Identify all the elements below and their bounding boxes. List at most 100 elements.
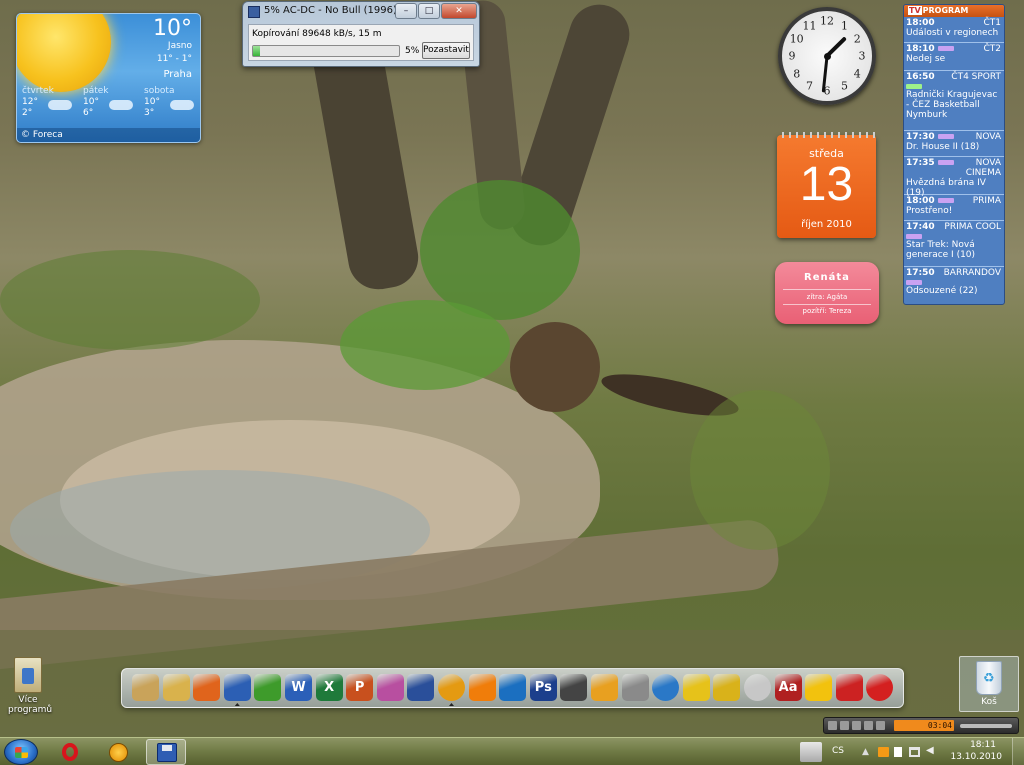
calendar-day: 13: [799, 158, 854, 211]
honeycomb-icon[interactable]: [805, 674, 833, 701]
donut-icon[interactable]: [591, 674, 618, 701]
forecast-low: 6°: [83, 108, 94, 118]
screen-icon[interactable]: [499, 674, 527, 701]
tv-channel: ČT1: [983, 18, 1001, 28]
tv-row[interactable]: 17:40 PRIMA COOL Star Trek: Nová generac…: [904, 221, 1004, 267]
nameday-tomorrow: zítra: Agáta: [806, 293, 848, 301]
chevron-up-icon[interactable]: ▲: [862, 747, 873, 757]
word-icon[interactable]: W: [285, 674, 312, 701]
network-icon[interactable]: [909, 747, 920, 757]
media-tray-icon[interactable]: [878, 747, 889, 757]
globe-icon[interactable]: [652, 674, 680, 701]
language-indicator[interactable]: CS: [832, 746, 844, 756]
application-dock: W X P Ps Aa: [121, 668, 904, 708]
tv-time: 18:00: [906, 196, 935, 206]
quiz-icon[interactable]: [713, 674, 741, 701]
dock-icon-label: Aa: [778, 680, 798, 695]
tv-tag: [906, 280, 922, 285]
tv-row[interactable]: 18:10 ČT2 Nedej se: [904, 43, 1004, 71]
taskbar: CS ▲ ◀ 18:11 13.10.2010: [0, 737, 1024, 765]
tv-row[interactable]: 17:35 NOVA CINEMA Hvězdná brána IV (19): [904, 157, 1004, 198]
next-button[interactable]: [876, 721, 885, 730]
plug-icon[interactable]: [682, 674, 710, 701]
pen-tablet-icon[interactable]: [800, 742, 822, 762]
copy-progress-dialog[interactable]: 5% AC-DC - No Bull (1996) ... – □ ✕ Kopí…: [242, 1, 480, 67]
previous-button[interactable]: [840, 721, 849, 730]
tv-time: 18:00: [906, 18, 935, 28]
flag-icon[interactable]: [894, 747, 902, 757]
x-tool-icon[interactable]: [835, 674, 863, 701]
tv-logo-box: TV: [908, 6, 922, 15]
paint-icon[interactable]: [376, 674, 404, 701]
powerpoint-icon[interactable]: P: [346, 674, 374, 701]
tv-row[interactable]: 18:00 PRIMA Prostřeno!: [904, 195, 1004, 221]
clock-numeral: 3: [858, 49, 866, 63]
calendar-month: říjen 2010: [801, 219, 852, 230]
maximize-button[interactable]: □: [418, 3, 440, 19]
taskbar-aimp[interactable]: [98, 739, 138, 765]
sun-icon: [17, 14, 111, 92]
taskbar-time[interactable]: 18:11: [970, 740, 996, 750]
minimize-button[interactable]: –: [395, 3, 417, 19]
photoshop-icon[interactable]: Ps: [529, 674, 557, 701]
tv-show: Star Trek: Nová generace I (10): [906, 240, 976, 260]
weather-gadget[interactable]: 10° Jasno 11° - 1° Praha čtvrtek 12° 2° …: [16, 13, 201, 143]
magnifier-icon[interactable]: [621, 674, 649, 701]
calendar-gadget[interactable]: středa 13 říjen 2010: [777, 132, 876, 238]
folder-icon: [14, 657, 42, 693]
tree-icon[interactable]: [254, 674, 282, 701]
aimp-icon[interactable]: [438, 674, 465, 701]
excel-icon[interactable]: X: [315, 674, 343, 701]
dialog-titlebar[interactable]: 5% AC-DC - No Bull (1996) ... – □ ✕: [243, 2, 479, 22]
dictionary-icon[interactable]: Aa: [774, 674, 802, 701]
user-folder-icon[interactable]: [132, 674, 159, 701]
weather-city: Praha: [163, 69, 192, 80]
clock-numeral: 2: [853, 32, 861, 45]
tv-row[interactable]: 16:50 ČT4 SPORT Radnički Kragujevac - ČE…: [904, 71, 1004, 131]
firefox-icon[interactable]: [193, 674, 221, 701]
power-icon[interactable]: [866, 674, 894, 701]
recycle-bin-icon: [976, 661, 1002, 695]
film-icon[interactable]: [560, 674, 588, 701]
weather-provider-link[interactable]: © Foreca: [17, 128, 200, 142]
folder-icon[interactable]: [162, 674, 190, 701]
floppy-icon: [248, 6, 260, 18]
forecast-low: 3°: [144, 108, 155, 118]
headphones-icon[interactable]: [407, 674, 435, 701]
tv-row[interactable]: 17:50 BARRANDOV Odsouzené (22): [904, 267, 1004, 304]
start-button[interactable]: [4, 739, 38, 765]
pause-button[interactable]: [864, 721, 873, 730]
tv-row[interactable]: 18:00 ČT1 Události v regionech: [904, 17, 1004, 43]
clock-numeral: 5: [841, 79, 848, 93]
desktop-icon-label: Více programů: [8, 695, 53, 715]
tv-program-gadget[interactable]: TV PROGRAM 18:00 ČT1 Události v regionech…: [903, 4, 1005, 305]
stop-button[interactable]: [828, 721, 837, 730]
taskbar-date[interactable]: 13.10.2010: [950, 752, 1002, 762]
clock-numeral: 1: [841, 19, 848, 33]
clock-numeral: 9: [788, 49, 796, 63]
tv-tag: [937, 160, 954, 165]
forecast-day-name: pátek: [83, 86, 109, 96]
tv-tag: [937, 46, 954, 51]
play-button[interactable]: [852, 721, 861, 730]
taskbar-copy-dialog[interactable]: [146, 739, 186, 765]
wikipedia-icon[interactable]: [744, 674, 771, 701]
desktop-icon-recycle-bin[interactable]: Koš: [959, 656, 1019, 712]
taskbar-opera[interactable]: [50, 739, 90, 765]
dialog-title: 5% AC-DC - No Bull (1996) ...: [264, 5, 410, 16]
nameday-gadget[interactable]: Renáta zítra: Agáta pozítří: Tereza: [775, 262, 879, 324]
save-disk-icon[interactable]: [223, 674, 251, 701]
volume-slider[interactable]: [960, 724, 1012, 728]
show-desktop-button[interactable]: [1012, 738, 1024, 765]
clock-gadget[interactable]: 12 1 2 3 4 5 6 7 8 9 10 11: [778, 7, 876, 105]
tv-time: 16:50: [906, 72, 935, 82]
vlc-icon[interactable]: [468, 674, 496, 701]
media-player-widget[interactable]: 03:04: [823, 717, 1019, 734]
volume-icon[interactable]: ◀: [926, 745, 937, 756]
close-button[interactable]: ✕: [441, 3, 477, 19]
desktop-icon-more-programs[interactable]: Více programů: [8, 657, 53, 715]
floppy-icon: [157, 743, 177, 762]
tv-row[interactable]: 17:30 NOVA Dr. House II (18): [904, 131, 1004, 157]
nameday-today: Renáta: [804, 272, 850, 283]
pause-button[interactable]: Pozastavit: [422, 42, 470, 59]
